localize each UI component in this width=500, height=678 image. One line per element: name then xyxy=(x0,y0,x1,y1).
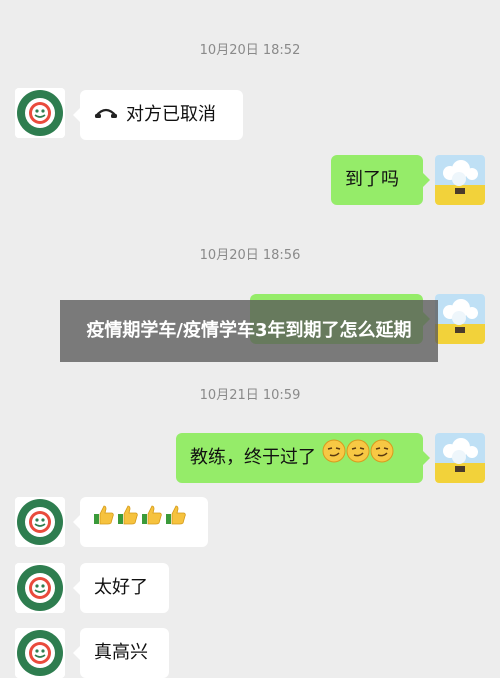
message-text: 对方已取消 xyxy=(126,104,216,125)
message-text: 太好了 xyxy=(94,577,148,598)
smirk-emoji-icon xyxy=(346,433,370,483)
timestamp: 10月20日 18:56 xyxy=(199,248,301,263)
incoming-message[interactable]: 真高兴 xyxy=(73,628,169,678)
incoming-message[interactable]: 太好了 xyxy=(73,563,169,613)
message-text: 到了吗 xyxy=(345,169,399,190)
my-avatar[interactable] xyxy=(435,294,485,344)
thumbs-up-emoji-icon xyxy=(116,497,140,547)
message-text: 教练，终于过了 xyxy=(190,447,316,468)
timestamp: 10月21日 10:59 xyxy=(199,388,301,403)
timestamp: 10月20日 18:52 xyxy=(199,43,301,58)
outgoing-message[interactable]: 到了吗 xyxy=(331,155,430,205)
title-overlay: 疫情期学车/疫情学车3年到期了怎么延期 xyxy=(60,300,438,362)
contact-avatar[interactable] xyxy=(15,88,65,138)
thumbs-up-emoji-icon xyxy=(140,497,164,547)
thumbs-up-message[interactable] xyxy=(73,497,208,547)
contact-avatar[interactable] xyxy=(15,497,65,547)
thumbs-up-emoji-icon xyxy=(92,497,116,547)
contact-avatar[interactable] xyxy=(15,563,65,613)
outgoing-message[interactable]: 教练，终于过了 xyxy=(176,433,430,483)
thumbs-up-emoji-icon xyxy=(164,497,188,547)
message-text: 真高兴 xyxy=(94,642,148,663)
overlay-title: 疫情期学车/疫情学车3年到期了怎么延期 xyxy=(86,320,412,341)
call-cancelled-message[interactable]: 对方已取消 xyxy=(73,90,243,140)
phone-hangup-icon xyxy=(94,90,118,140)
contact-avatar[interactable] xyxy=(15,628,65,678)
my-avatar[interactable] xyxy=(435,155,485,205)
smirk-emoji-icon xyxy=(370,433,394,483)
my-avatar[interactable] xyxy=(435,433,485,483)
smirk-emoji-icon xyxy=(322,433,346,483)
